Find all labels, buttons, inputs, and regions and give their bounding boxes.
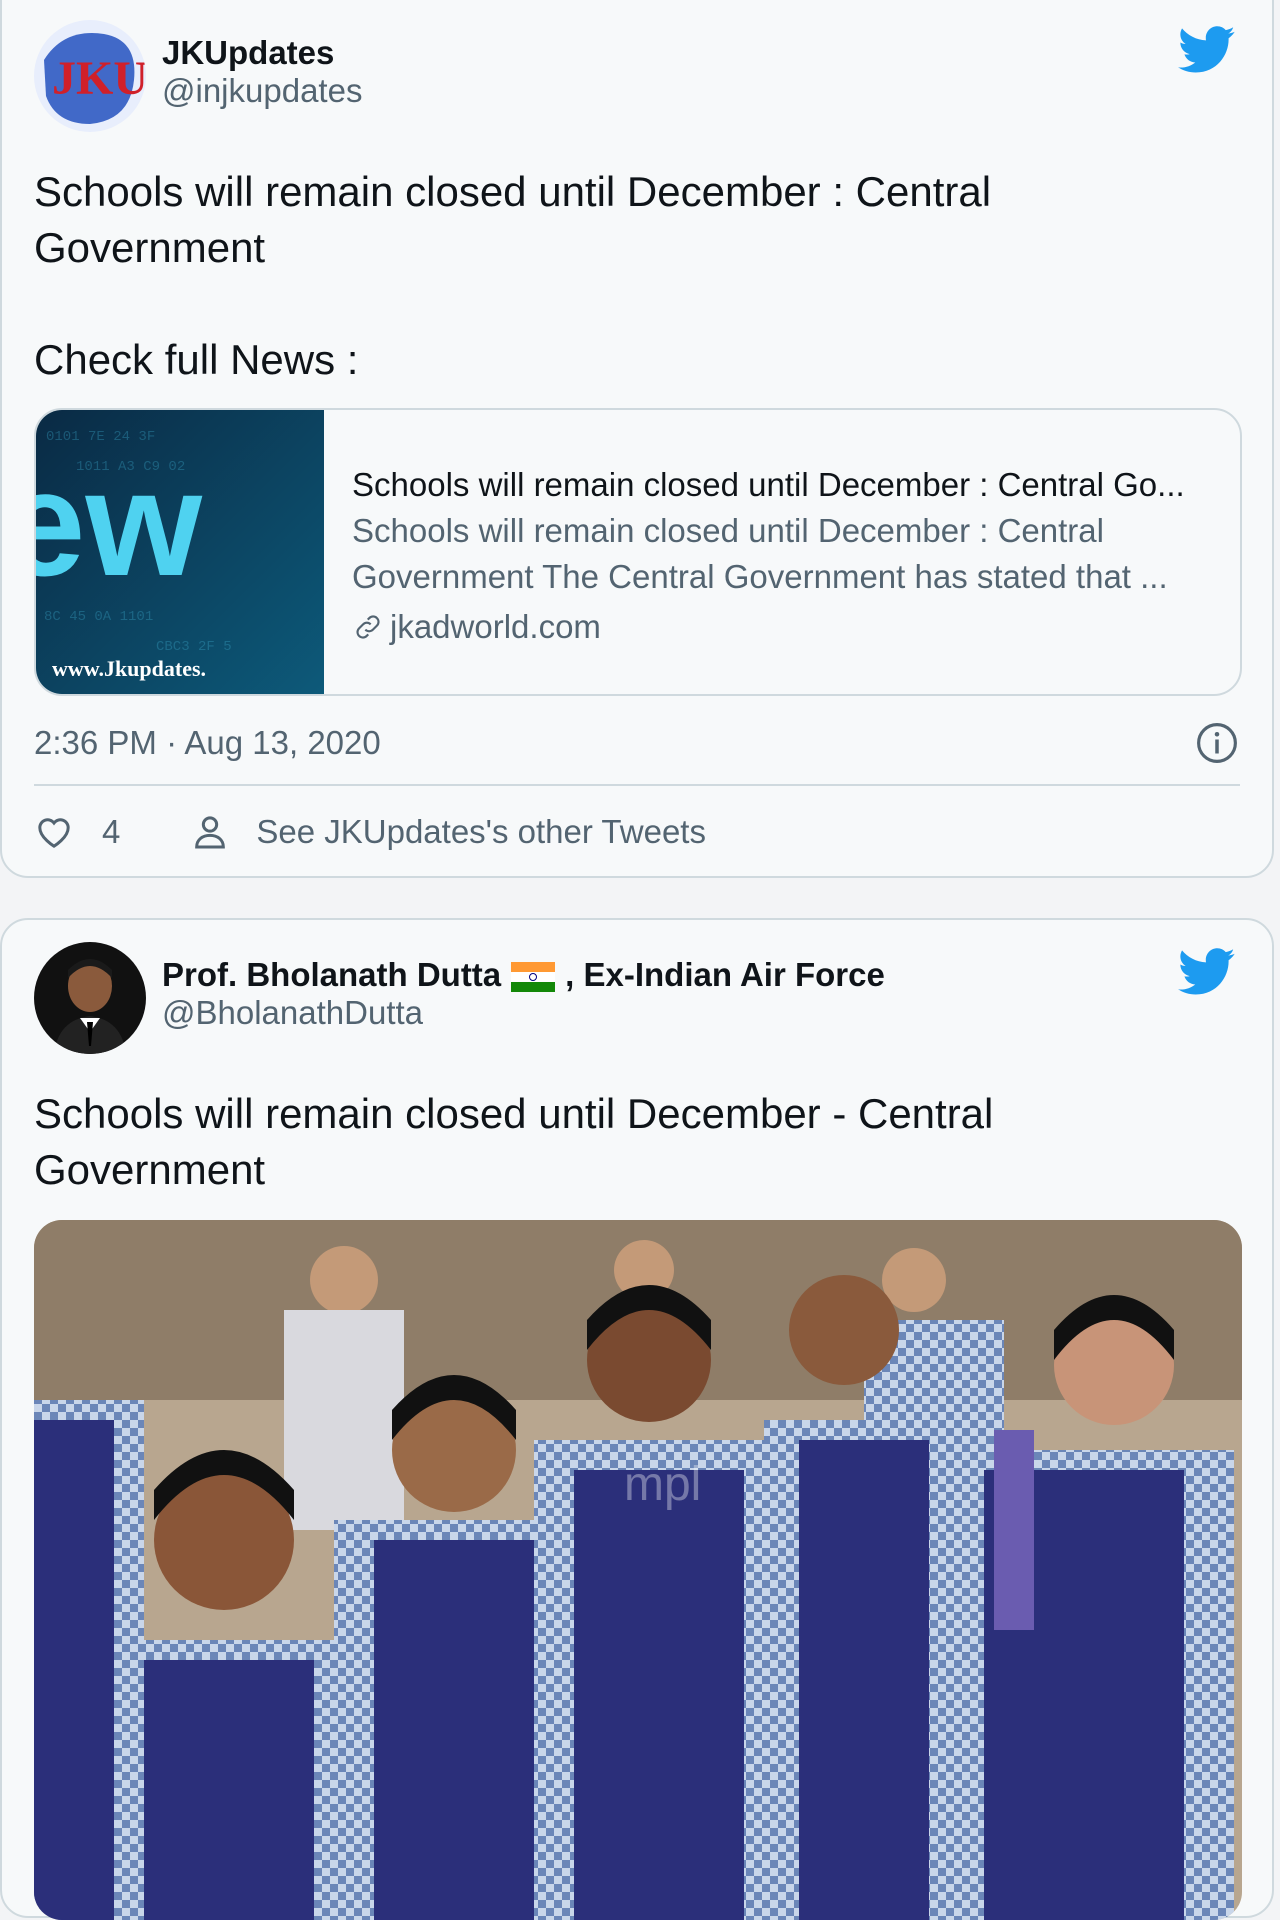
avatar[interactable]: JKU	[34, 20, 146, 132]
link-icon	[356, 615, 380, 639]
like-count: 4	[102, 813, 121, 850]
tweet-text: Schools will remain closed until Decembe…	[34, 168, 992, 383]
author-name-suffix: , Ex-Indian Air Force	[565, 956, 885, 993]
author-name[interactable]: Prof. Bholanath Dutta , Ex-Indian Air Fo…	[162, 956, 885, 994]
tweet-actions: 4 See JKUpdates's other Tweets	[34, 812, 706, 852]
india-flag-icon	[511, 962, 556, 993]
like-button[interactable]: 4	[34, 812, 120, 852]
tweet-card-jkupdates[interactable]: JKU JKUpdates @injkupdates Schools will …	[0, 0, 1274, 878]
twitter-bird-icon[interactable]	[1178, 26, 1236, 74]
thumbnail-url-text: www.Jkupdates.	[52, 656, 206, 681]
author-name[interactable]: JKUpdates	[162, 34, 334, 72]
avatar-logo-text: JKU	[52, 52, 146, 105]
tweet-photo[interactable]: mpl	[34, 1220, 1242, 1920]
divider	[34, 784, 1240, 786]
tweet-card-bholanath[interactable]: Prof. Bholanath Dutta , Ex-Indian Air Fo…	[0, 918, 1274, 1920]
card-description: Schools will remain closed until Decembe…	[352, 512, 1168, 595]
tweet-timestamp[interactable]: 2:36 PM · Aug 13, 2020	[34, 724, 381, 762]
author-name-first: Prof. Bholanath Dutta	[162, 956, 502, 993]
card-title[interactable]: Schools will remain closed until Decembe…	[352, 462, 1222, 508]
heart-icon	[38, 818, 70, 848]
info-icon[interactable]	[1196, 722, 1238, 764]
card-thumbnail: 0101 7E 24 3F 1011 A3 C9 02 8C 45 0A 1101…	[36, 410, 324, 694]
svg-text:8C 45 0A 1101: 8C 45 0A 1101	[44, 609, 153, 625]
see-other-tweets-link[interactable]: See JKUpdates's other Tweets	[190, 812, 706, 852]
author-handle[interactable]: @BholanathDutta	[162, 994, 423, 1032]
svg-text:CBC3 2F 5: CBC3 2F 5	[156, 639, 232, 655]
twitter-bird-icon[interactable]	[1178, 948, 1236, 996]
link-preview-card[interactable]: 0101 7E 24 3F 1011 A3 C9 02 8C 45 0A 1101…	[34, 408, 1242, 696]
avatar[interactable]	[34, 942, 146, 1054]
card-domain[interactable]: jkadworld.com	[352, 604, 1222, 650]
photo-watermark: mpl	[624, 1458, 701, 1511]
author-handle[interactable]: @injkupdates	[162, 72, 362, 110]
person-icon	[195, 816, 226, 849]
card-domain-label: jkadworld.com	[390, 608, 601, 645]
see-other-tweets-label: See JKUpdates's other Tweets	[256, 813, 706, 850]
tweet-text: Schools will remain closed until Decembe…	[34, 1090, 994, 1193]
thumbnail-headline-text: ew	[36, 439, 202, 607]
